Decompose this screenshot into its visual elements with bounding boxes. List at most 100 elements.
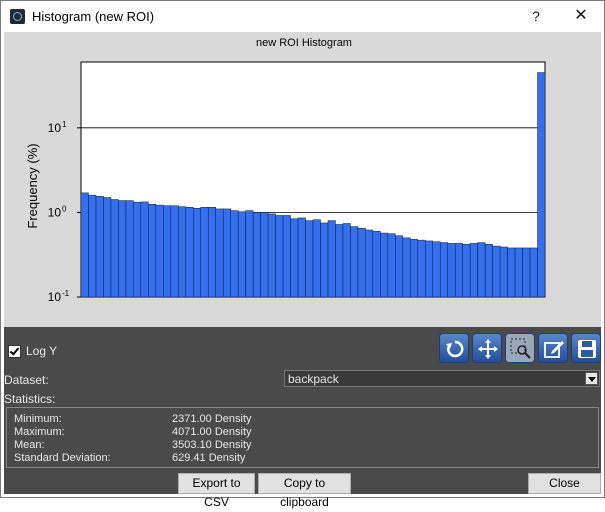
histogram-bar	[148, 203, 157, 298]
histogram-bar	[297, 217, 306, 298]
statistics-box: Minimum: 2371.00 Density Maximum: 4071.0…	[6, 407, 599, 468]
dataset-label: Dataset:	[4, 373, 49, 387]
histogram-bar	[170, 205, 179, 298]
chart-title: new ROI Histogram	[256, 37, 352, 49]
y-tick-exponent: 1	[62, 120, 67, 129]
zoom-rect-icon	[510, 338, 531, 359]
histogram-bar	[484, 244, 493, 298]
histogram-bar	[507, 247, 516, 298]
histogram-bar	[252, 212, 261, 298]
histogram-bar	[133, 201, 142, 298]
edit-button[interactable]	[538, 333, 568, 363]
histogram-bar	[267, 213, 276, 298]
statistics-label: Statistics:	[4, 392, 56, 406]
stat-value: 629.41 Density	[172, 452, 246, 464]
stat-name: Standard Deviation:	[14, 452, 111, 464]
histogram-bar	[432, 241, 441, 298]
close-button[interactable]: Close	[528, 473, 601, 494]
y-tick-exponent: 0	[62, 204, 67, 213]
histogram-plot-panel: new ROI Histogram Frequency (%) 10 -1 10 0 1…	[4, 32, 601, 327]
histogram-bar	[395, 235, 404, 298]
reset-view-icon	[446, 340, 464, 358]
window-title: Histogram (new ROI)	[32, 9, 155, 24]
y-tick-exponent: -1	[62, 289, 70, 298]
y-tick-label: 10	[48, 290, 62, 304]
pan-button[interactable]	[472, 333, 502, 363]
histogram-bar	[387, 233, 396, 298]
histogram-bar	[425, 240, 433, 298]
histogram-bar	[95, 196, 104, 298]
histogram-bar	[537, 72, 546, 298]
histogram-bar	[185, 207, 194, 298]
app-icon	[10, 9, 25, 24]
histogram-bar	[245, 210, 254, 298]
dataset-select[interactable]: backpack	[284, 370, 600, 387]
stat-value: 4071.00 Density	[172, 426, 252, 438]
histogram-bar	[365, 229, 374, 298]
histogram-bar	[215, 208, 224, 298]
histogram-bar	[350, 226, 359, 298]
histogram-bar	[163, 205, 172, 298]
histogram-bar	[88, 194, 97, 298]
histogram-bar	[529, 247, 538, 298]
pan-icon	[478, 339, 498, 359]
export-csv-button[interactable]: Export to CSV	[178, 473, 255, 509]
histogram-bar	[222, 208, 231, 298]
y-tick-label: 10	[48, 205, 62, 219]
histogram-bar	[155, 204, 164, 298]
histogram-bar	[118, 200, 127, 298]
histogram-bar	[103, 197, 112, 298]
title-bar: Histogram (new ROI) ? ✕	[1, 1, 604, 32]
histogram-bar	[514, 247, 523, 298]
histogram-bar	[260, 212, 269, 298]
histogram-bar	[380, 232, 389, 298]
stat-name: Minimum:	[14, 413, 62, 425]
y-axis-label: Frequency (%)	[25, 143, 40, 228]
stat-name: Maximum:	[14, 426, 65, 438]
histogram-bar	[342, 223, 351, 298]
edit-icon	[544, 341, 564, 358]
histogram-bar	[469, 243, 478, 298]
histogram-bar	[125, 200, 134, 298]
histogram-bar	[305, 220, 314, 298]
histogram-bar	[312, 219, 321, 298]
stat-name: Mean:	[14, 439, 45, 451]
histogram-bar	[320, 222, 329, 298]
reset-view-button[interactable]	[439, 333, 469, 363]
log-y-option[interactable]: Log Y	[8, 344, 57, 358]
histogram-bar	[454, 243, 463, 298]
histogram-bar	[477, 242, 486, 298]
dropdown-arrow-icon[interactable]	[585, 372, 598, 385]
zoom-rect-button[interactable]	[505, 333, 535, 363]
histogram-bar	[372, 230, 381, 298]
save-button[interactable]	[571, 333, 601, 363]
histogram-bar	[410, 239, 419, 298]
histogram-bar	[110, 199, 119, 298]
close-window-button[interactable]: ✕	[564, 5, 598, 27]
histogram-bar	[282, 215, 291, 298]
histogram-bar	[237, 211, 246, 298]
histogram-bar	[447, 243, 456, 298]
log-y-checkbox[interactable]	[8, 344, 21, 358]
histogram-bar	[357, 227, 366, 298]
dataset-value: backpack	[288, 372, 339, 386]
histogram-bar	[462, 244, 471, 298]
stat-value: 2371.00 Density	[172, 413, 252, 425]
histogram-bar	[499, 246, 508, 298]
histogram-bar	[522, 247, 531, 298]
histogram-bar	[200, 207, 209, 298]
histogram-bar	[439, 242, 448, 298]
controls-panel: Log Y Dataset: backpack Statistics: Mini…	[4, 327, 601, 509]
copy-clipboard-button[interactable]: Copy to clipboard	[258, 473, 351, 509]
histogram-bar	[290, 218, 299, 298]
histogram-chart[interactable]: new ROI Histogram Frequency (%) 10 -110 01…	[4, 32, 601, 327]
histogram-bar	[207, 207, 216, 298]
stat-value: 3503.10 Density	[172, 439, 252, 451]
histogram-bar	[80, 192, 89, 298]
help-button[interactable]: ?	[521, 5, 551, 27]
histogram-bar	[275, 215, 284, 298]
y-tick-label: 10	[48, 121, 62, 135]
histogram-bar	[327, 220, 336, 298]
histogram-bar	[193, 207, 201, 298]
histogram-bar	[140, 201, 149, 298]
